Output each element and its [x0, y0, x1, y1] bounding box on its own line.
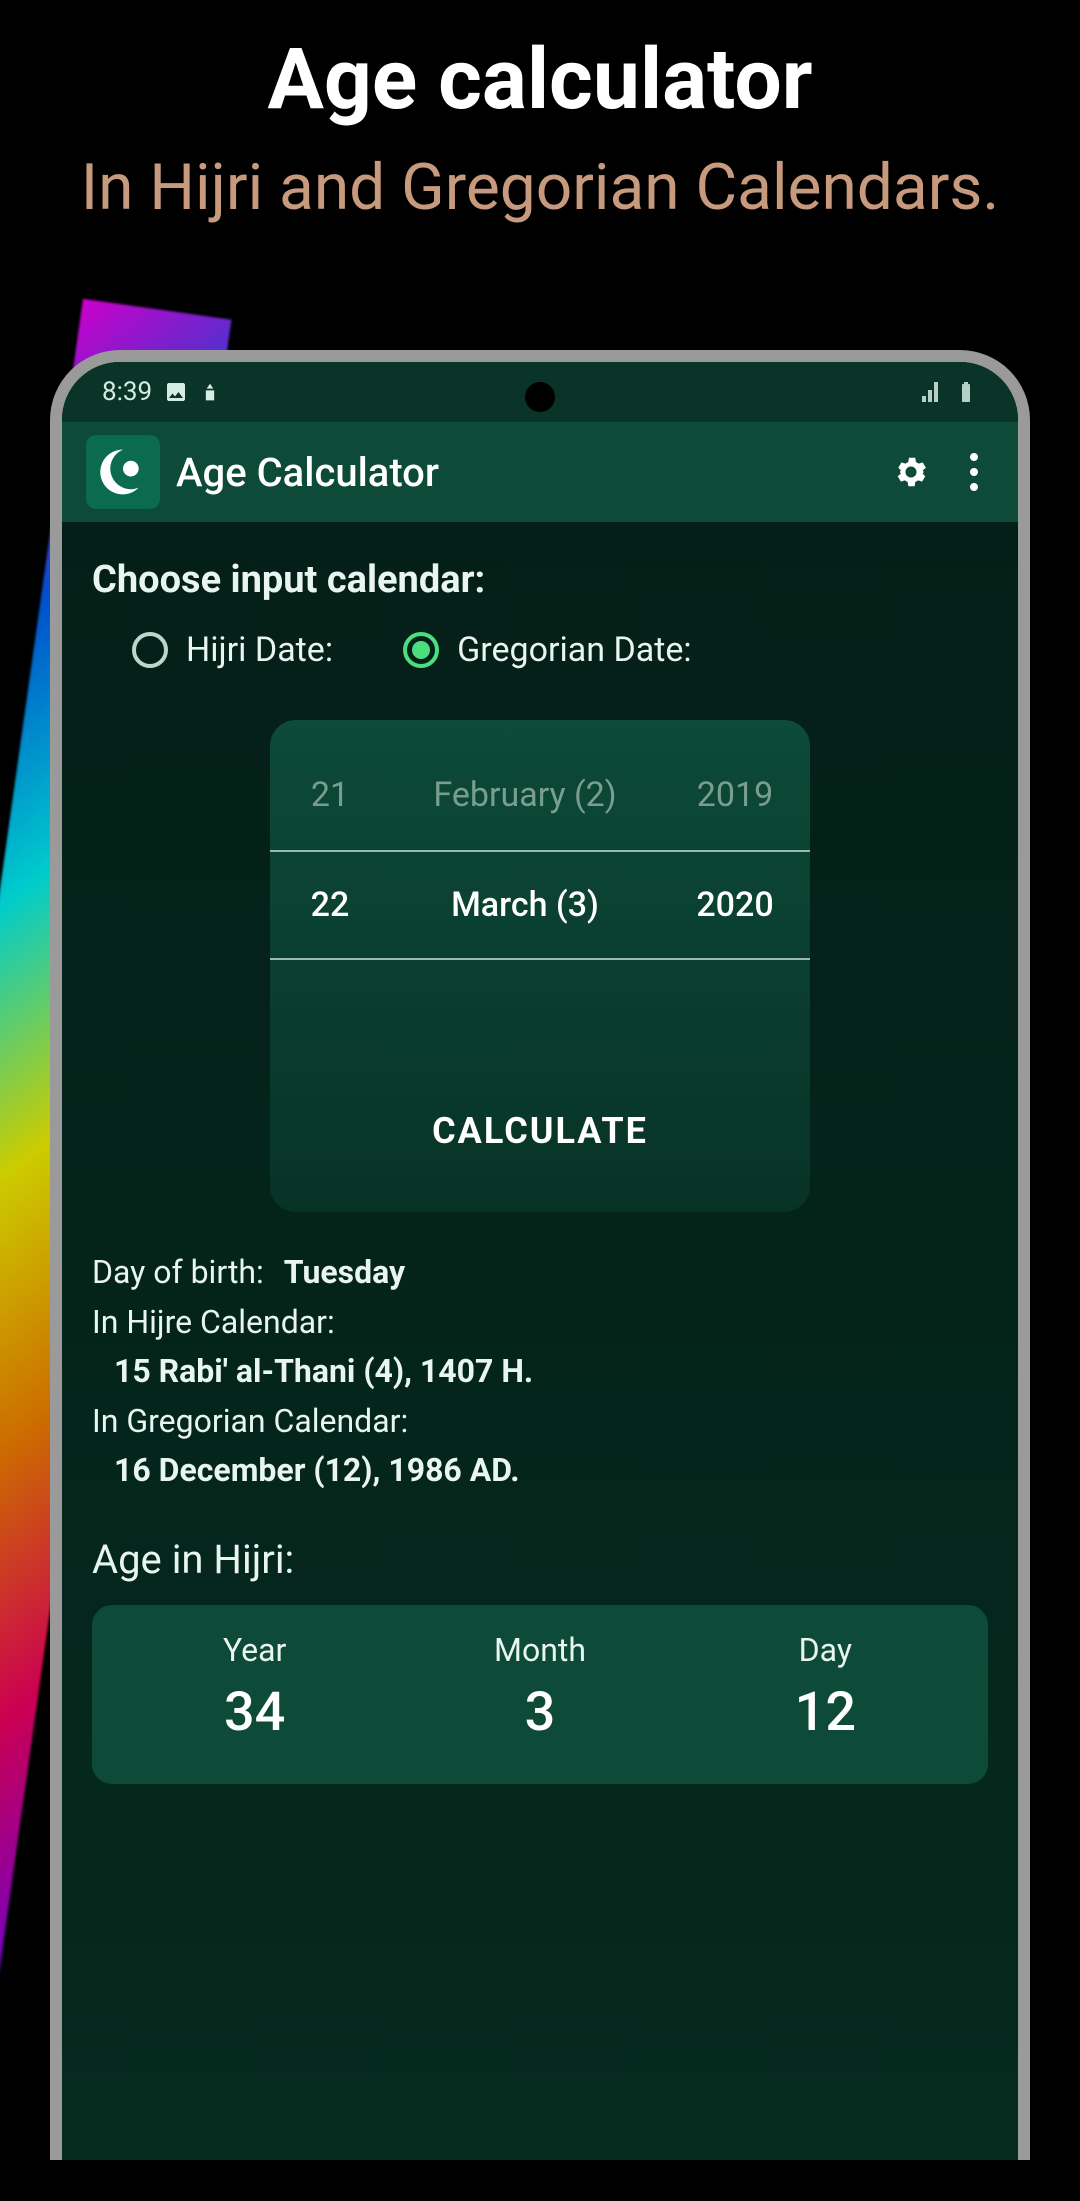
phone-camera-notch	[525, 382, 555, 412]
picker-prev-month: February (2)	[390, 775, 660, 815]
more-menu-icon[interactable]	[970, 453, 978, 491]
age-year-column: Year 34	[112, 1631, 397, 1744]
dob-label: Day of birth:	[92, 1248, 264, 1298]
picker-prev-year: 2019	[660, 775, 810, 815]
age-hijri-title: Age in Hijri:	[92, 1536, 988, 1583]
radio-checked-icon	[403, 632, 439, 668]
phone-frame: 8:39 Age Calculator Choose input c	[50, 350, 1030, 2160]
age-hijri-card: Year 34 Month 3 Day 12	[92, 1605, 988, 1784]
calculate-button[interactable]: CALCULATE	[270, 960, 810, 1192]
radio-gregorian[interactable]: Gregorian Date:	[403, 630, 692, 670]
age-day-column: Day 12	[683, 1631, 968, 1744]
promo-subtitle: In Hijri and Gregorian Calendars.	[0, 145, 1080, 231]
mosque-icon	[200, 382, 220, 402]
age-month-column: Month 3	[397, 1631, 682, 1744]
picker-year: 2020	[660, 885, 810, 925]
picker-prev-day: 21	[270, 775, 390, 815]
radio-unchecked-icon	[132, 632, 168, 668]
age-year-label: Year	[112, 1631, 397, 1669]
age-month-label: Month	[397, 1631, 682, 1669]
picker-current-row[interactable]: 22 March (3) 2020	[270, 850, 810, 960]
app-title: Age Calculator	[176, 449, 876, 496]
image-icon	[164, 380, 188, 404]
picker-prev-row[interactable]: 21 February (2) 2019	[270, 740, 810, 850]
radio-hijri[interactable]: Hijri Date:	[132, 630, 333, 670]
calendar-radio-group: Hijri Date: Gregorian Date:	[92, 630, 988, 670]
dob-value: Tuesday	[284, 1248, 405, 1298]
age-hijri-section: Age in Hijri: Year 34 Month 3 Day 12	[92, 1536, 988, 1784]
input-calendar-heading: Choose input calendar:	[92, 558, 988, 602]
date-picker-card: 21 February (2) 2019 22 March (3) 2020 C…	[270, 720, 810, 1212]
results-section: Day of birth: Tuesday In Hijre Calendar:…	[92, 1248, 988, 1496]
hijri-calendar-value: 15 Rabi' al-Thani (4), 1407 H.	[92, 1347, 988, 1397]
status-time: 8:39	[102, 377, 152, 407]
age-day-label: Day	[683, 1631, 968, 1669]
promo-title: Age calculator	[0, 30, 1080, 129]
hijri-calendar-label: In Hijre Calendar:	[92, 1298, 988, 1348]
age-month-value: 3	[397, 1681, 682, 1744]
gear-icon[interactable]	[892, 453, 930, 491]
radio-gregorian-label: Gregorian Date:	[457, 630, 692, 670]
app-bar: Age Calculator	[62, 422, 1018, 522]
radio-hijri-label: Hijri Date:	[186, 630, 333, 670]
picker-month: March (3)	[390, 885, 660, 925]
gregorian-calendar-value: 16 December (12), 1986 AD.	[92, 1446, 988, 1496]
signal-icon	[920, 380, 944, 404]
age-year-value: 34	[112, 1681, 397, 1744]
battery-icon	[954, 380, 978, 404]
gregorian-calendar-label: In Gregorian Calendar:	[92, 1397, 988, 1447]
main-content: Choose input calendar: Hijri Date: Grego…	[62, 522, 1018, 2160]
phone-screen: 8:39 Age Calculator Choose input c	[62, 362, 1018, 2160]
picker-day: 22	[270, 885, 390, 925]
app-logo-icon	[86, 435, 160, 509]
age-day-value: 12	[683, 1681, 968, 1744]
